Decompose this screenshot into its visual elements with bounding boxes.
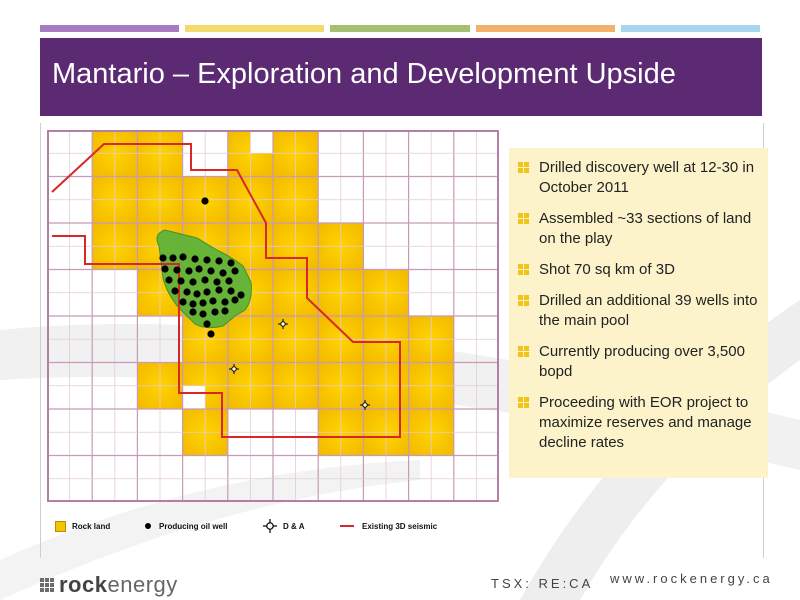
non-rock-subsection	[182, 385, 206, 409]
bullet-item: Drilled an additional 39 wells into the …	[509, 291, 768, 331]
land-map-svg	[46, 129, 500, 503]
producing-well	[169, 254, 177, 262]
producing-well	[227, 259, 235, 267]
producing-well	[195, 265, 203, 273]
producing-well	[193, 290, 201, 298]
rock-land-swatch-icon	[55, 520, 66, 532]
color-bar	[40, 25, 180, 32]
color-bar	[620, 25, 761, 32]
dna-marker-icon	[263, 519, 277, 533]
square-bullet-icon	[518, 162, 529, 173]
producing-well	[237, 291, 245, 299]
color-bar	[475, 25, 615, 32]
rockenergy-logo: rockenergy	[40, 572, 178, 598]
legend-rock-land: Rock land	[55, 520, 111, 532]
producing-well	[173, 266, 181, 274]
producing-well	[215, 257, 223, 265]
producing-well	[199, 310, 207, 318]
title-bar: Mantario – Exploration and Development U…	[40, 38, 762, 116]
square-bullet-icon	[518, 397, 529, 408]
producing-well	[203, 288, 211, 296]
producing-well	[231, 267, 239, 275]
website-link[interactable]: www.rockenergy.ca	[610, 571, 773, 586]
legend-label: Rock land	[72, 521, 111, 531]
producing-well	[177, 277, 185, 285]
producing-well	[201, 197, 209, 205]
bullet-item: Assembled ~33 sections of land on the pl…	[509, 209, 768, 249]
producing-well	[201, 276, 209, 284]
section-grid	[46, 129, 500, 503]
producing-well	[225, 277, 233, 285]
non-rock-subsection	[250, 130, 273, 154]
bullet-item: Currently producing over 3,500 bopd	[509, 342, 768, 382]
bullet-item: Shot 70 sq km of 3D	[509, 260, 768, 280]
logo-wordmark: rockenergy	[59, 572, 178, 598]
producing-well	[215, 286, 223, 294]
well-dot-icon	[145, 523, 151, 529]
producing-well	[207, 267, 215, 275]
producing-well	[203, 256, 211, 264]
producing-well	[231, 296, 239, 304]
legend-label: D & A	[283, 521, 305, 531]
logo-grid-icon	[40, 578, 54, 592]
producing-well	[219, 269, 227, 277]
producing-well	[203, 320, 211, 328]
legend-label: Existing 3D seismic	[362, 521, 438, 531]
bullet-item: Proceeding with EOR project to maximize …	[509, 393, 768, 453]
legend-label: Producing oil well	[159, 521, 228, 531]
logo-bold: rock	[59, 572, 108, 597]
color-bar	[185, 25, 325, 32]
color-bar	[330, 25, 470, 32]
producing-well	[221, 307, 229, 315]
bullet-list: Drilled discovery well at 12-30 in Octob…	[509, 158, 768, 464]
footer: rockenergy TSX: RE:CA www.rockenergy.ca	[0, 565, 800, 600]
producing-well	[207, 330, 215, 338]
producing-well	[185, 267, 193, 275]
producing-well	[161, 265, 169, 273]
bullets-panel: Drilled discovery well at 12-30 in Octob…	[509, 148, 768, 478]
producing-well	[209, 297, 217, 305]
producing-well	[189, 278, 197, 286]
producing-well	[191, 255, 199, 263]
producing-well	[199, 299, 207, 307]
square-bullet-icon	[518, 213, 529, 224]
square-bullet-icon	[518, 295, 529, 306]
producing-well	[213, 278, 221, 286]
logo-light: energy	[107, 572, 178, 597]
legend-producing-well: Producing oil well	[145, 522, 227, 531]
seismic-line-icon	[340, 525, 354, 527]
stock-ticker: TSX: RE:CA	[491, 576, 594, 591]
legend-dna: D & A	[263, 519, 304, 533]
producing-well	[179, 253, 187, 261]
producing-well	[227, 287, 235, 295]
producing-well	[189, 308, 197, 316]
square-bullet-icon	[518, 264, 529, 275]
producing-well	[183, 288, 191, 296]
header-color-bars	[40, 25, 761, 32]
producing-well	[179, 298, 187, 306]
slide-title: Mantario – Exploration and Development U…	[52, 58, 676, 90]
producing-well	[211, 308, 219, 316]
land-map	[46, 129, 500, 507]
producing-well	[165, 276, 173, 284]
producing-well	[221, 298, 229, 306]
bullet-item: Drilled discovery well at 12-30 in Octob…	[509, 158, 768, 198]
legend-seismic: Existing 3D seismic	[340, 522, 437, 531]
producing-well	[171, 287, 179, 295]
square-bullet-icon	[518, 346, 529, 357]
producing-well	[159, 254, 167, 262]
producing-well	[189, 300, 197, 308]
